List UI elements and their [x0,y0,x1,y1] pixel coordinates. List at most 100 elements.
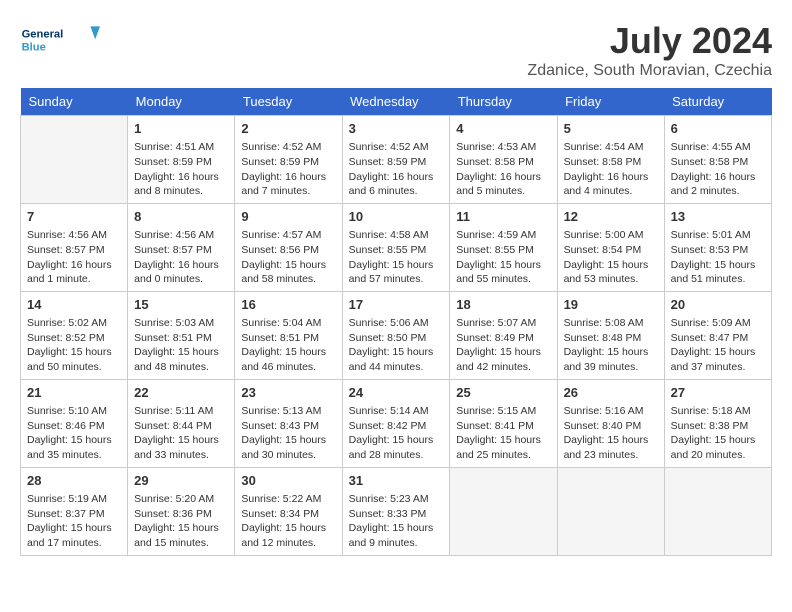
calendar-cell [557,467,664,555]
calendar-cell: 17Sunrise: 5:06 AM Sunset: 8:50 PM Dayli… [342,291,450,379]
month-year: July 2024 [527,20,772,62]
calendar-cell [450,467,557,555]
day-info: Sunrise: 4:51 AM Sunset: 8:59 PM Dayligh… [134,140,228,199]
calendar-cell: 12Sunrise: 5:00 AM Sunset: 8:54 PM Dayli… [557,203,664,291]
day-info: Sunrise: 4:57 AM Sunset: 8:56 PM Dayligh… [241,228,335,287]
day-number: 3 [349,120,444,138]
day-info: Sunrise: 5:01 AM Sunset: 8:53 PM Dayligh… [671,228,765,287]
day-info: Sunrise: 5:02 AM Sunset: 8:52 PM Dayligh… [27,316,121,375]
weekday-header: Tuesday [235,88,342,116]
calendar-cell: 2Sunrise: 4:52 AM Sunset: 8:59 PM Daylig… [235,116,342,204]
day-info: Sunrise: 5:03 AM Sunset: 8:51 PM Dayligh… [134,316,228,375]
calendar-week-row: 21Sunrise: 5:10 AM Sunset: 8:46 PM Dayli… [21,379,772,467]
day-number: 28 [27,472,121,490]
calendar-week-row: 1 Sunrise: 4:51 AM Sunset: 8:59 PM Daylig… [21,116,772,204]
day-number: 24 [349,384,444,402]
day-info: Sunrise: 4:53 AM Sunset: 8:58 PM Dayligh… [456,140,550,199]
day-info: Sunrise: 5:23 AM Sunset: 8:33 PM Dayligh… [349,492,444,551]
weekday-header-row: SundayMondayTuesdayWednesdayThursdayFrid… [21,88,772,116]
day-number: 15 [134,296,228,314]
weekday-header: Thursday [450,88,557,116]
weekday-header: Wednesday [342,88,450,116]
calendar-cell: 29 Sunrise: 5:20 AM Sunset: 8:36 PM Dayli… [128,467,235,555]
day-info: Sunrise: 5:20 AM Sunset: 8:36 PM Dayligh… [134,492,228,551]
calendar-cell: 1 Sunrise: 4:51 AM Sunset: 8:59 PM Daylig… [128,116,235,204]
day-number: 30 [241,472,335,490]
day-info: Sunrise: 5:22 AM Sunset: 8:34 PM Dayligh… [241,492,335,551]
day-info: Sunrise: 4:52 AM Sunset: 8:59 PM Dayligh… [349,140,444,199]
calendar-table: SundayMondayTuesdayWednesdayThursdayFrid… [20,88,772,556]
calendar-cell: 27Sunrise: 5:18 AM Sunset: 8:38 PM Dayli… [664,379,771,467]
day-info: Sunrise: 5:19 AM Sunset: 8:37 PM Dayligh… [27,492,121,551]
day-info: Sunrise: 5:00 AM Sunset: 8:54 PM Dayligh… [564,228,658,287]
calendar-cell: 30 Sunrise: 5:22 AM Sunset: 8:34 PM Dayli… [235,467,342,555]
weekday-header: Friday [557,88,664,116]
logo: General Blue [20,20,100,60]
calendar-cell: 21Sunrise: 5:10 AM Sunset: 8:46 PM Dayli… [21,379,128,467]
day-number: 27 [671,384,765,402]
calendar-cell: 23 Sunrise: 5:13 AM Sunset: 8:43 PM Dayli… [235,379,342,467]
day-info: Sunrise: 4:55 AM Sunset: 8:58 PM Dayligh… [671,140,765,199]
calendar-cell: 18 Sunrise: 5:07 AM Sunset: 8:49 PM Dayli… [450,291,557,379]
day-info: Sunrise: 5:15 AM Sunset: 8:41 PM Dayligh… [456,404,550,463]
day-number: 1 [134,120,228,138]
day-info: Sunrise: 5:06 AM Sunset: 8:50 PM Dayligh… [349,316,444,375]
location: Zdanice, South Moravian, Czechia [527,62,772,80]
calendar-cell: 7 Sunrise: 4:56 AM Sunset: 8:57 PM Daylig… [21,203,128,291]
day-info: Sunrise: 5:07 AM Sunset: 8:49 PM Dayligh… [456,316,550,375]
day-info: Sunrise: 5:09 AM Sunset: 8:47 PM Dayligh… [671,316,765,375]
day-number: 14 [27,296,121,314]
day-number: 29 [134,472,228,490]
day-info: Sunrise: 4:59 AM Sunset: 8:55 PM Dayligh… [456,228,550,287]
day-info: Sunrise: 5:08 AM Sunset: 8:48 PM Dayligh… [564,316,658,375]
day-number: 7 [27,208,121,226]
day-number: 23 [241,384,335,402]
calendar-cell: 22 Sunrise: 5:11 AM Sunset: 8:44 PM Dayli… [128,379,235,467]
day-number: 26 [564,384,658,402]
svg-text:Blue: Blue [22,41,46,53]
calendar-cell: 14 Sunrise: 5:02 AM Sunset: 8:52 PM Dayli… [21,291,128,379]
calendar-week-row: 14 Sunrise: 5:02 AM Sunset: 8:52 PM Dayli… [21,291,772,379]
svg-text:General: General [22,29,64,41]
day-info: Sunrise: 4:52 AM Sunset: 8:59 PM Dayligh… [241,140,335,199]
calendar-cell: 10Sunrise: 4:58 AM Sunset: 8:55 PM Dayli… [342,203,450,291]
day-number: 5 [564,120,658,138]
weekday-header: Sunday [21,88,128,116]
calendar-cell: 8 Sunrise: 4:56 AM Sunset: 8:57 PM Daylig… [128,203,235,291]
day-info: Sunrise: 5:14 AM Sunset: 8:42 PM Dayligh… [349,404,444,463]
day-number: 6 [671,120,765,138]
calendar-cell: 3 Sunrise: 4:52 AM Sunset: 8:59 PM Daylig… [342,116,450,204]
calendar-week-row: 28 Sunrise: 5:19 AM Sunset: 8:37 PM Dayli… [21,467,772,555]
day-info: Sunrise: 5:04 AM Sunset: 8:51 PM Dayligh… [241,316,335,375]
day-info: Sunrise: 4:56 AM Sunset: 8:57 PM Dayligh… [134,228,228,287]
day-info: Sunrise: 4:56 AM Sunset: 8:57 PM Dayligh… [27,228,121,287]
day-info: Sunrise: 5:16 AM Sunset: 8:40 PM Dayligh… [564,404,658,463]
day-number: 4 [456,120,550,138]
day-info: Sunrise: 5:13 AM Sunset: 8:43 PM Dayligh… [241,404,335,463]
day-number: 16 [241,296,335,314]
day-info: Sunrise: 5:11 AM Sunset: 8:44 PM Dayligh… [134,404,228,463]
day-number: 13 [671,208,765,226]
calendar-cell [664,467,771,555]
day-number: 20 [671,296,765,314]
day-number: 9 [241,208,335,226]
calendar-cell: 24 Sunrise: 5:14 AM Sunset: 8:42 PM Dayli… [342,379,450,467]
calendar-cell: 31 Sunrise: 5:23 AM Sunset: 8:33 PM Dayli… [342,467,450,555]
calendar-cell: 20 Sunrise: 5:09 AM Sunset: 8:47 PM Dayli… [664,291,771,379]
calendar-cell: 9 Sunrise: 4:57 AM Sunset: 8:56 PM Daylig… [235,203,342,291]
day-info: Sunrise: 4:54 AM Sunset: 8:58 PM Dayligh… [564,140,658,199]
calendar-cell: 4 Sunrise: 4:53 AM Sunset: 8:58 PM Daylig… [450,116,557,204]
calendar-cell: 5 Sunrise: 4:54 AM Sunset: 8:58 PM Daylig… [557,116,664,204]
calendar-cell [21,116,128,204]
day-number: 10 [349,208,444,226]
day-number: 18 [456,296,550,314]
calendar-cell: 25Sunrise: 5:15 AM Sunset: 8:41 PM Dayli… [450,379,557,467]
day-number: 22 [134,384,228,402]
day-number: 31 [349,472,444,490]
calendar-cell: 13 Sunrise: 5:01 AM Sunset: 8:53 PM Dayli… [664,203,771,291]
page-header: General Blue July 2024 Zdanice, South Mo… [20,20,772,80]
day-number: 21 [27,384,121,402]
weekday-header: Saturday [664,88,771,116]
day-number: 8 [134,208,228,226]
title-section: July 2024 Zdanice, South Moravian, Czech… [527,20,772,80]
